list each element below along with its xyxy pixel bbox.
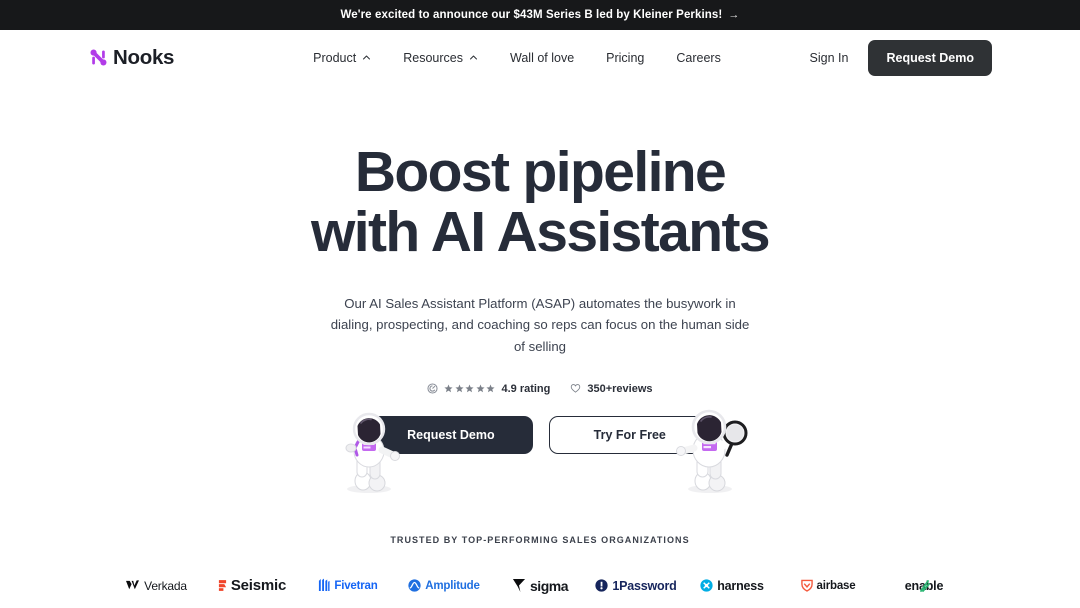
airbase-logo-icon bbox=[800, 580, 813, 593]
star-rating bbox=[444, 384, 496, 393]
amplitude-logo-icon bbox=[408, 579, 421, 593]
nav-item-wall-of-love[interactable]: Wall of love bbox=[510, 51, 574, 65]
cta-button-group: Request Demo Try For Free bbox=[0, 407, 1080, 454]
hero-subtitle: Our AI Sales Assistant Platform (ASAP) a… bbox=[330, 295, 750, 354]
nav-label: Resources bbox=[403, 50, 463, 65]
enable-slash-icon bbox=[919, 580, 930, 592]
reviews-count-label: 350+reviews bbox=[587, 382, 653, 395]
logo-label: enable bbox=[905, 579, 944, 593]
request-demo-button-header[interactable]: Request Demo bbox=[868, 39, 992, 76]
site-header: Nooks Product Resources Wall of love Pri… bbox=[0, 30, 1080, 85]
nav-item-resources[interactable]: Resources bbox=[403, 51, 478, 65]
chevron-up-icon bbox=[363, 55, 371, 60]
rating-score-label: 4.9 rating bbox=[501, 382, 551, 395]
logo-label: airbase bbox=[816, 579, 856, 592]
hero-title-line-1: Boost pipeline bbox=[354, 140, 727, 204]
announcement-text: We're excited to announce our $43M Serie… bbox=[340, 9, 723, 21]
harness-logo-icon bbox=[700, 579, 713, 593]
brand-logo[interactable]: Nooks bbox=[90, 46, 174, 70]
arrow-right-icon: → bbox=[728, 9, 740, 21]
logo-amplitude: Amplitude bbox=[396, 571, 492, 601]
chevron-up-icon bbox=[470, 55, 477, 60]
heart-icon bbox=[571, 384, 581, 394]
sigma-logo-icon bbox=[512, 579, 526, 593]
nav-item-product[interactable]: Product bbox=[313, 51, 371, 65]
fivetran-logo-icon bbox=[319, 579, 330, 592]
primary-nav: Product Resources Wall of love Pricing C… bbox=[313, 51, 721, 65]
star-icon bbox=[444, 384, 454, 393]
verkada-logo-icon bbox=[126, 580, 140, 590]
logo-verkada: Verkada bbox=[108, 571, 204, 601]
rating-score-group: 4.9 rating bbox=[427, 383, 550, 395]
brand-name: Nooks bbox=[113, 45, 175, 69]
astronaut-magnifier-icon bbox=[676, 409, 748, 493]
logo-label: harness bbox=[717, 578, 764, 593]
logo-seismic: Seismic bbox=[204, 571, 300, 601]
star-icon bbox=[455, 384, 464, 393]
rating-row: 4.9 rating 350+reviews bbox=[0, 383, 1080, 395]
nav-item-pricing[interactable]: Pricing bbox=[606, 51, 644, 65]
logo-label: Fivetran bbox=[334, 579, 378, 592]
g2-badge-icon bbox=[427, 383, 439, 394]
star-icon bbox=[476, 384, 485, 393]
logo-label: Seismic bbox=[230, 577, 287, 595]
onepassword-logo-icon bbox=[595, 579, 609, 593]
logo-enable: enable bbox=[876, 571, 972, 601]
logo-1password: 1Password bbox=[588, 571, 684, 601]
logo-label: Verkada bbox=[144, 578, 187, 593]
star-icon bbox=[465, 384, 475, 393]
nav-item-careers[interactable]: Careers bbox=[676, 51, 720, 65]
nav-label: Wall of love bbox=[510, 50, 575, 65]
logo-airbase: airbase bbox=[780, 571, 876, 601]
nav-label: Careers bbox=[676, 50, 721, 65]
logo-fivetran: Fivetran bbox=[300, 571, 396, 601]
logo-label: 1Password bbox=[612, 578, 677, 593]
hero-title-line-2: with AI Assistants bbox=[311, 200, 771, 265]
logo-row: Verkada Seismic Fivetran Amplitude sigma… bbox=[108, 563, 972, 608]
sign-in-link[interactable]: Sign In bbox=[810, 51, 849, 65]
logo-label: Amplitude bbox=[425, 579, 480, 592]
nav-label: Product bbox=[313, 50, 357, 65]
nooks-logo-icon bbox=[90, 49, 107, 66]
nav-label: Pricing bbox=[606, 50, 645, 65]
reviews-group: 350+reviews bbox=[570, 382, 653, 395]
hero-cta-area: Request Demo Try For Free bbox=[0, 407, 1080, 499]
logo-sigma: sigma bbox=[492, 571, 588, 601]
logo-harness: harness bbox=[684, 571, 780, 601]
hero-section: Boost pipeline with AI Assistants Our AI… bbox=[0, 85, 1080, 608]
customer-logo-wall: Verkada Seismic Fivetran Amplitude sigma… bbox=[0, 563, 1080, 608]
logo-label: sigma bbox=[530, 577, 568, 594]
astronaut-waving-icon bbox=[345, 412, 400, 493]
trusted-by-heading: TRUSTED BY TOP-PERFORMING SALES ORGANIZA… bbox=[390, 534, 690, 545]
seismic-logo-icon bbox=[218, 580, 226, 592]
announcement-banner[interactable]: We're excited to announce our $43M Serie… bbox=[0, 0, 1080, 30]
star-icon bbox=[486, 384, 496, 393]
header-actions: Sign In Request Demo bbox=[810, 39, 992, 76]
page-title: Boost pipeline with AI Assistants bbox=[0, 142, 1080, 263]
